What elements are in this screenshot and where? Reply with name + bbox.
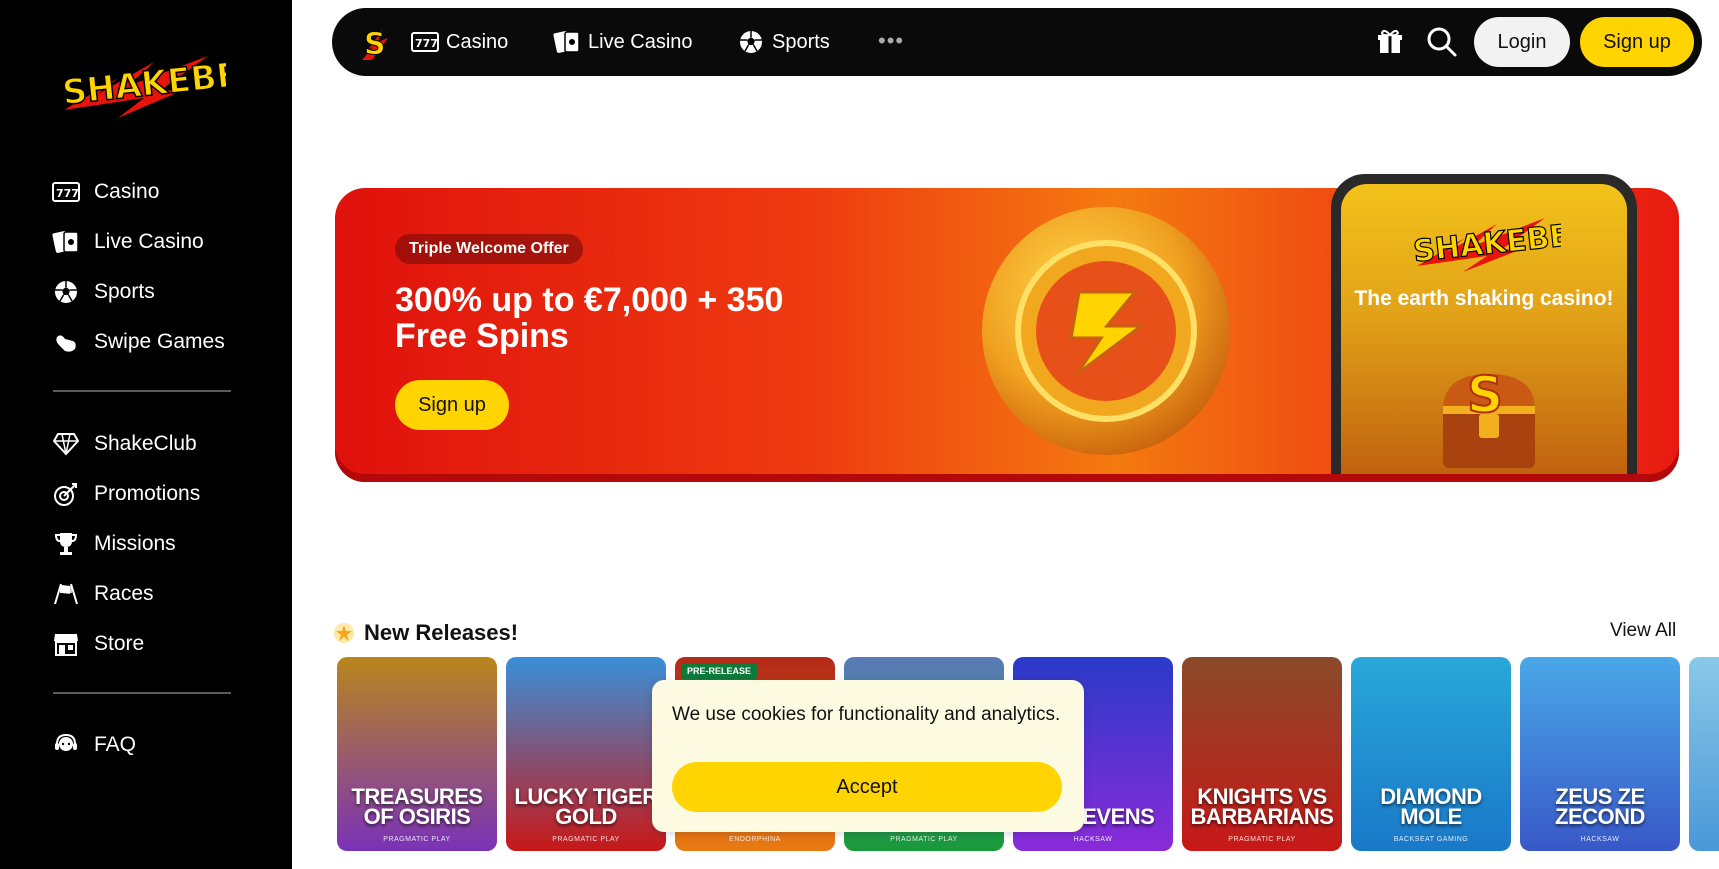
sidebar-item-missions[interactable]: Missions <box>52 519 242 569</box>
soccer-ball-icon <box>736 29 766 55</box>
game-title: TREASURES OF OSIRIS <box>351 784 483 829</box>
game-provider: PRAGMATIC PLAY <box>890 836 958 843</box>
treasure-chest-image: S <box>1443 365 1535 468</box>
sidebar-item-promotions[interactable]: Promotions <box>52 469 242 519</box>
search-icon[interactable] <box>1426 26 1458 58</box>
top-navigation-bar: S 777 Casino Live Casino Sports ••• Logi… <box>332 8 1702 76</box>
topnav-label: Live Casino <box>588 30 693 53</box>
sidebar-item-label: Swipe Games <box>94 330 225 353</box>
swipe-hand-icon <box>52 328 80 356</box>
topnav-label: Casino <box>446 30 509 53</box>
shakebet-logo[interactable]: SHAKEBET <box>58 48 226 120</box>
sidebar-item-label: Live Casino <box>94 230 204 253</box>
svg-text:777: 777 <box>56 187 79 200</box>
sidebar-item-store[interactable]: Store <box>52 619 242 669</box>
game-title: DIAMOND MOLE <box>1380 784 1482 829</box>
sidebar-tertiary-nav: FAQ <box>52 720 242 770</box>
lightning-coin-image <box>982 207 1230 455</box>
sidebar-item-label: Sports <box>94 280 155 303</box>
phone-tagline: The earth shaking casino! <box>1354 287 1614 310</box>
welcome-offer-banner[interactable]: Triple Welcome Offer 300% up to €7,000 +… <box>335 174 1679 482</box>
sidebar-item-label: ShakeClub <box>94 432 197 455</box>
svg-text:777: 777 <box>415 37 438 50</box>
shakebet-logo: SHAKEBET <box>1411 216 1561 272</box>
sidebar-item-label: Casino <box>94 180 160 203</box>
topnav-live-casino[interactable]: Live Casino <box>552 8 693 76</box>
section-title-text: New Releases! <box>364 620 519 645</box>
game-tile[interactable]: TREASURES OF OSIRIS PRAGMATIC PLAY <box>337 657 497 851</box>
sidebar-primary-nav: 777 Casino Live Casino Sports Swipe Game… <box>52 167 242 367</box>
game-provider: ENDORPHINA <box>729 836 781 843</box>
svg-text:S: S <box>364 27 386 62</box>
topnav-label: Sports <box>772 30 830 53</box>
game-provider: BACKSEAT GAMING <box>1393 836 1469 843</box>
offer-title: 300% up to €7,000 + 350 Free Spins <box>395 281 784 355</box>
topnav-sports[interactable]: Sports <box>736 8 830 76</box>
checkered-flags-icon <box>52 580 80 608</box>
support-agent-icon <box>52 731 80 759</box>
game-provider: HACKSAW <box>1580 836 1620 843</box>
game-tile[interactable]: ZEUS ZE ZECOND HACKSAW <box>1520 657 1680 851</box>
playing-cards-icon <box>552 29 582 55</box>
game-title: ZEUS ZE ZECOND <box>1555 784 1645 829</box>
sidebar-item-faq[interactable]: FAQ <box>52 720 242 770</box>
sidebar-item-swipe-games[interactable]: Swipe Games <box>52 317 242 367</box>
diamond-icon <box>52 430 80 458</box>
game-title: 1R LIG <box>1689 807 1719 827</box>
sidebar-item-shakeclub[interactable]: ShakeClub <box>52 419 242 469</box>
view-all-link[interactable]: View All <box>1610 620 1676 642</box>
shakebet-s-logo[interactable]: S <box>360 20 390 64</box>
sidebar-item-label: FAQ <box>94 733 137 756</box>
sidebar-item-label: Races <box>94 582 154 605</box>
star-burst-icon <box>334 623 354 643</box>
phone-mockup: SHAKEBET The earth shaking casino! S <box>1331 174 1637 474</box>
sidebar: SHAKEBET 777 Casino Live Casino Sports S… <box>0 0 292 869</box>
topnav-casino[interactable]: 777 Casino <box>410 8 508 76</box>
sidebar-item-label: Missions <box>94 532 176 555</box>
game-tile[interactable]: DIAMOND MOLE BACKSEAT GAMING <box>1351 657 1511 851</box>
slot-777-icon: 777 <box>52 178 80 206</box>
game-tile[interactable]: LUCKY TIGER GOLD PRAGMATIC PLAY <box>506 657 666 851</box>
cookie-consent-banner: We use cookies for functionality and ana… <box>652 680 1084 832</box>
sidebar-item-label: Promotions <box>94 482 201 505</box>
game-title: KNIGHTS VS BARBARIANS <box>1190 784 1334 829</box>
svg-text:S: S <box>1467 366 1503 424</box>
storefront-icon <box>52 630 80 658</box>
accept-cookies-button[interactable]: Accept <box>672 762 1062 812</box>
banner-signup-button[interactable]: Sign up <box>395 380 509 430</box>
soccer-ball-icon <box>52 278 80 306</box>
trophy-icon <box>52 530 80 558</box>
game-provider: HACKSAW <box>1073 836 1113 843</box>
section-title-new-releases: New Releases! <box>332 620 518 646</box>
pre-release-badge: PRE-RELEASE <box>681 663 758 679</box>
sidebar-item-casino[interactable]: 777 Casino <box>52 167 242 217</box>
sidebar-secondary-nav: ShakeClub Promotions Missions Races Stor… <box>52 419 242 669</box>
playing-cards-icon <box>52 228 80 256</box>
game-provider: PRAGMATIC PLAY <box>1228 836 1296 843</box>
sidebar-item-sports[interactable]: Sports <box>52 267 242 317</box>
game-tile[interactable]: 1R LIG <box>1689 657 1719 851</box>
sidebar-item-races[interactable]: Races <box>52 569 242 619</box>
offer-badge: Triple Welcome Offer <box>395 234 583 264</box>
target-arrow-icon <box>52 480 80 508</box>
gift-icon[interactable] <box>1376 28 1404 56</box>
svg-text:SHAKEBET: SHAKEBET <box>1412 216 1561 269</box>
login-button[interactable]: Login <box>1474 17 1570 67</box>
game-provider: PRAGMATIC PLAY <box>552 836 620 843</box>
sidebar-item-live-casino[interactable]: Live Casino <box>52 217 242 267</box>
cookie-message: We use cookies for functionality and ana… <box>672 704 1061 725</box>
sidebar-divider <box>53 692 231 694</box>
svg-text:SHAKEBET: SHAKEBET <box>60 52 226 113</box>
game-tile[interactable]: KNIGHTS VS BARBARIANS PRAGMATIC PLAY <box>1182 657 1342 851</box>
sidebar-divider <box>53 390 231 392</box>
sidebar-item-label: Store <box>94 632 145 655</box>
signup-button[interactable]: Sign up <box>1580 17 1694 67</box>
game-provider: PRAGMATIC PLAY <box>383 836 451 843</box>
slot-777-icon: 777 <box>410 29 440 55</box>
game-title: LUCKY TIGER GOLD <box>514 784 658 829</box>
phone-screen: SHAKEBET The earth shaking casino! S <box>1341 184 1627 474</box>
more-menu-icon[interactable]: ••• <box>878 28 904 54</box>
